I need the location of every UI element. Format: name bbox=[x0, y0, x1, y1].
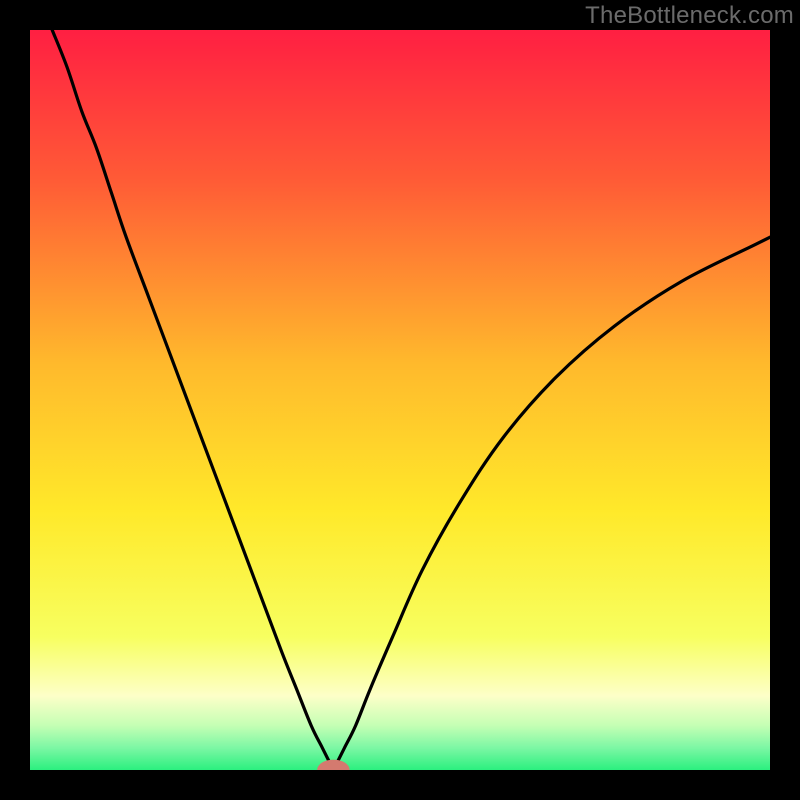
watermark-text: TheBottleneck.com bbox=[585, 2, 794, 30]
gradient-background bbox=[30, 30, 770, 770]
bottleneck-plot bbox=[30, 30, 770, 770]
chart-frame: TheBottleneck.com bbox=[0, 0, 800, 800]
